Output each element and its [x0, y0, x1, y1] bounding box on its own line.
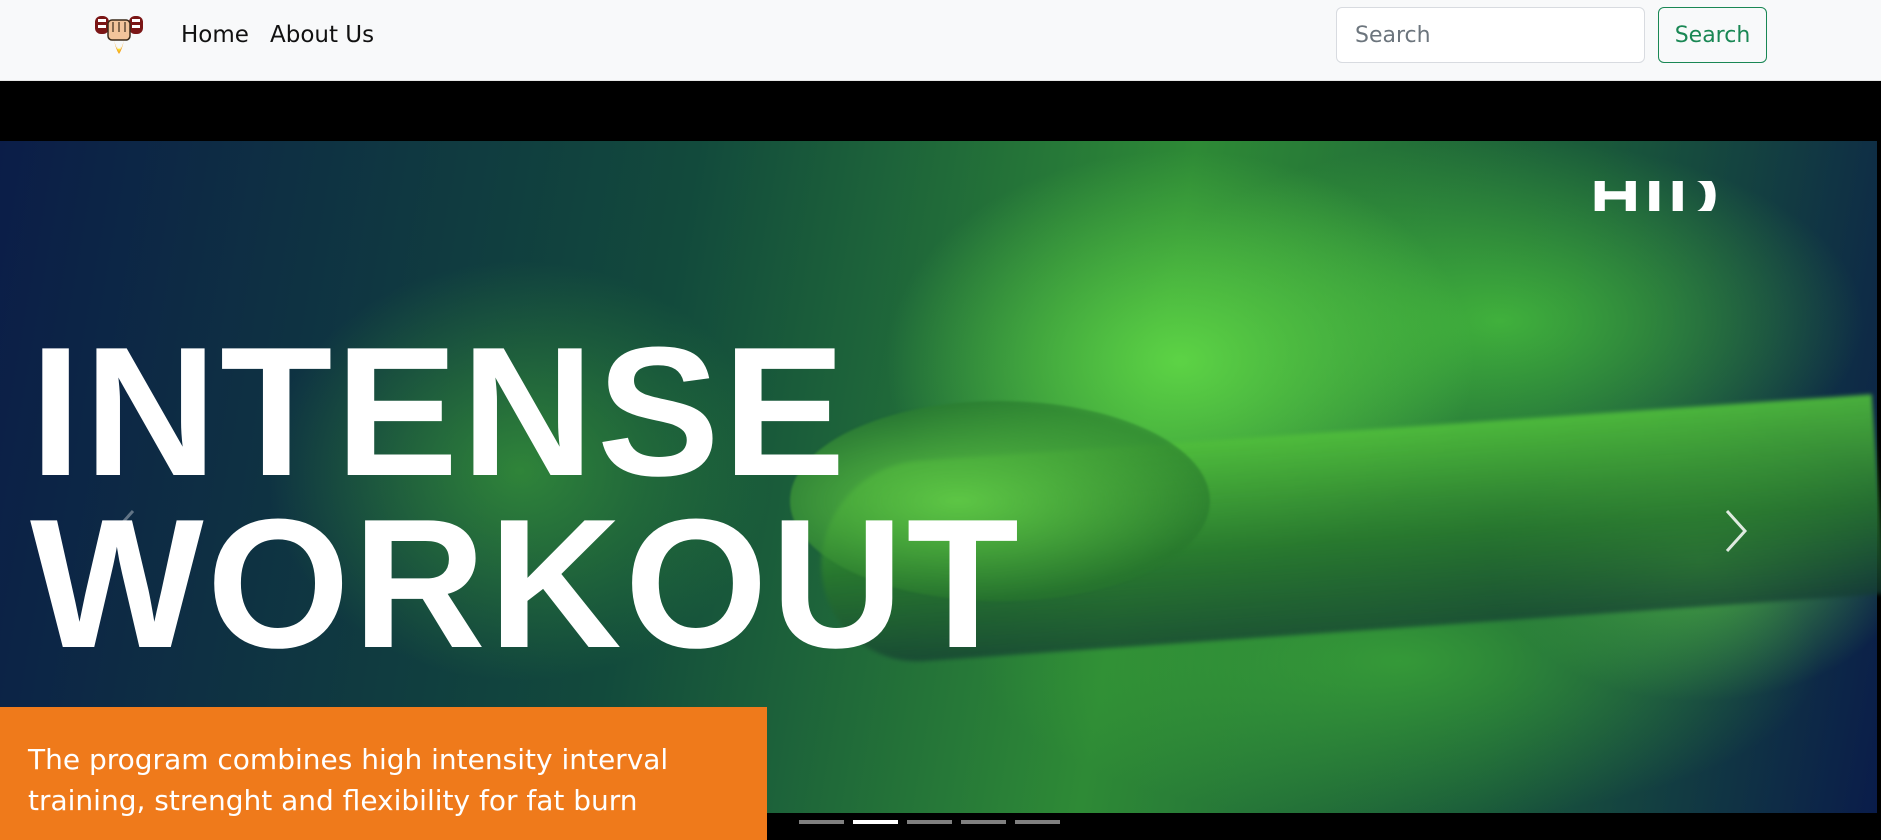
carousel-indicators: [799, 820, 1060, 824]
nav-link-home[interactable]: Home: [181, 22, 249, 48]
search-input[interactable]: [1336, 7, 1645, 63]
carousel-caption: The program combines high intensity inte…: [0, 707, 767, 840]
carousel-indicator[interactable]: [907, 820, 952, 824]
headline-line-1: INTENSE: [30, 308, 849, 514]
headline-line-2: WORKOUT: [30, 480, 1022, 686]
carousel-indicator[interactable]: [799, 820, 844, 824]
caption-line-2: training, strenght and flexibility for f…: [28, 784, 638, 817]
carousel-indicator[interactable]: [961, 820, 1006, 824]
caption-line-1: The program combines high intensity inte…: [28, 743, 669, 776]
partial-slide-text: HID: [1590, 181, 1800, 211]
hero-carousel: HID INTENSE WORKOUT The program combines…: [0, 81, 1881, 840]
search-button[interactable]: Search: [1658, 7, 1767, 63]
carousel-indicator[interactable]: [1015, 820, 1060, 824]
carousel-indicator-active[interactable]: [853, 820, 898, 824]
chevron-left-icon[interactable]: [105, 501, 145, 561]
nav-link-about-us[interactable]: About Us: [270, 22, 374, 48]
chevron-right-icon[interactable]: [1715, 501, 1755, 561]
navbar: Home About Us Search: [0, 0, 1881, 81]
fist-logo-icon[interactable]: [92, 10, 146, 62]
